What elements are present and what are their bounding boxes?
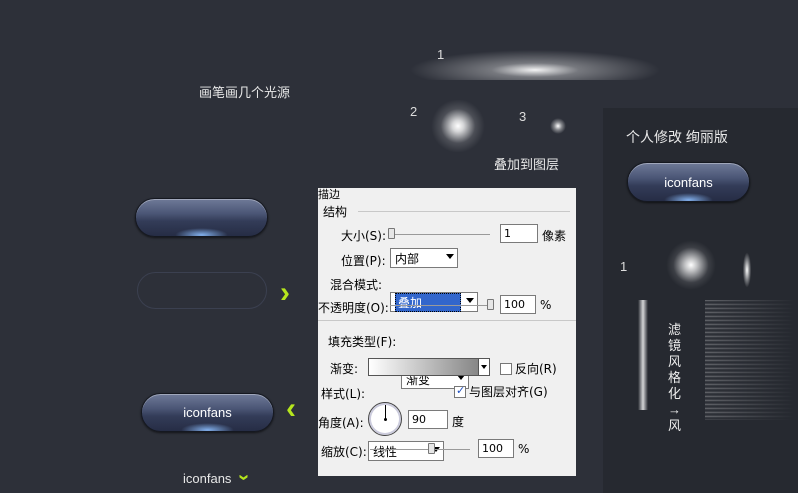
opacity-slider-track[interactable] xyxy=(390,305,494,306)
opacity-input[interactable]: 100 xyxy=(500,295,536,314)
right-number-1: 1 xyxy=(620,259,628,274)
opacity-label: 不透明度(O): xyxy=(318,301,389,315)
wind-streak-left xyxy=(638,300,648,410)
reverse-checkbox[interactable] xyxy=(500,362,512,375)
fill-type-label: 填充类型(F): xyxy=(328,335,397,349)
filter-caption: 滤镜 风格化→风 xyxy=(668,322,682,433)
position-select-value: 内部 xyxy=(395,251,420,266)
gradient-label: 渐变: xyxy=(330,362,359,376)
gradient-dropdown[interactable] xyxy=(478,358,490,376)
size-unit: 像素 xyxy=(542,229,567,243)
angle-input[interactable]: 90 xyxy=(408,410,448,429)
blend-mode-value: 叠加 xyxy=(395,292,461,312)
arrow-left-icon: ‹ xyxy=(286,392,296,425)
scale-input[interactable]: 100 xyxy=(478,439,514,458)
structure-group-label: 结构 xyxy=(323,205,348,219)
align-label: 与图层对齐(G) xyxy=(469,385,548,399)
brush-caption: 画笔画几个光源 xyxy=(199,85,291,100)
stroke-style-dialog: 描边 结构 大小(S): 1 像素 位置(P): 内部 混合模式: 叠加 不透明… xyxy=(318,188,576,476)
chevron-down-icon xyxy=(481,365,487,369)
glossy-pill-demo[interactable] xyxy=(135,198,268,237)
size-slider-thumb[interactable] xyxy=(388,228,395,239)
arrow-right-icon: › xyxy=(280,276,290,309)
gradient-swatch[interactable] xyxy=(368,358,490,376)
style-label: 样式(L): xyxy=(321,387,366,401)
position-select[interactable]: 内部 xyxy=(390,248,458,268)
light-source-2 xyxy=(430,100,486,152)
label-number-3: 3 xyxy=(519,109,527,124)
position-label: 位置(P): xyxy=(341,254,386,268)
overlay-caption: 叠加到图层 xyxy=(494,157,560,172)
scale-slider-thumb[interactable] xyxy=(428,443,435,454)
align-option[interactable]: 与图层对齐(G) xyxy=(454,383,548,400)
scale-slider-track[interactable] xyxy=(370,449,470,450)
align-checkbox[interactable] xyxy=(454,384,466,398)
label-number-2: 2 xyxy=(410,104,418,119)
reverse-option[interactable]: 反向(R) xyxy=(500,360,557,377)
bottom-iconfans-label: iconfans xyxy=(183,471,232,486)
wind-streak-right xyxy=(705,300,795,420)
chevron-down-icon xyxy=(466,298,474,303)
size-input[interactable]: 1 xyxy=(500,224,538,243)
iconfans-button-left[interactable]: iconfans xyxy=(141,393,274,432)
light-source-3 xyxy=(550,118,566,134)
label-number-1: 1 xyxy=(437,47,445,62)
scale-label: 缩放(C): xyxy=(321,445,367,459)
size-label: 大小(S): xyxy=(341,229,387,243)
iconfans-button-label: iconfans xyxy=(183,405,232,420)
blend-mode-select[interactable]: 叠加 xyxy=(390,292,478,312)
personal-caption: 个人修改 绚丽版 xyxy=(626,129,728,145)
right-light-streak xyxy=(741,245,753,295)
angle-label: 角度(A): xyxy=(318,416,364,430)
reverse-label: 反向(R) xyxy=(515,362,557,376)
fill-divider xyxy=(318,320,576,321)
blend-mode-label: 混合模式: xyxy=(330,278,383,292)
iconfans-button-right-label: iconfans xyxy=(664,174,713,190)
angle-unit: 度 xyxy=(452,415,465,429)
structure-divider xyxy=(358,211,570,212)
dialog-title-fragment: 描边 xyxy=(318,188,340,201)
scale-unit: % xyxy=(518,442,530,456)
chevron-down-icon: › xyxy=(232,474,255,481)
outline-pill-demo xyxy=(137,272,267,309)
chevron-down-icon xyxy=(446,254,454,259)
opacity-slider-thumb[interactable] xyxy=(487,299,494,310)
light-source-1 xyxy=(410,30,660,80)
right-light-source xyxy=(666,240,716,290)
iconfans-button-right[interactable]: iconfans xyxy=(627,162,750,202)
size-slider-track[interactable] xyxy=(390,234,490,235)
angle-dial-center xyxy=(384,418,387,421)
style-select-value: 线性 xyxy=(373,444,398,459)
angle-dial[interactable] xyxy=(368,402,402,436)
opacity-unit: % xyxy=(540,298,552,312)
